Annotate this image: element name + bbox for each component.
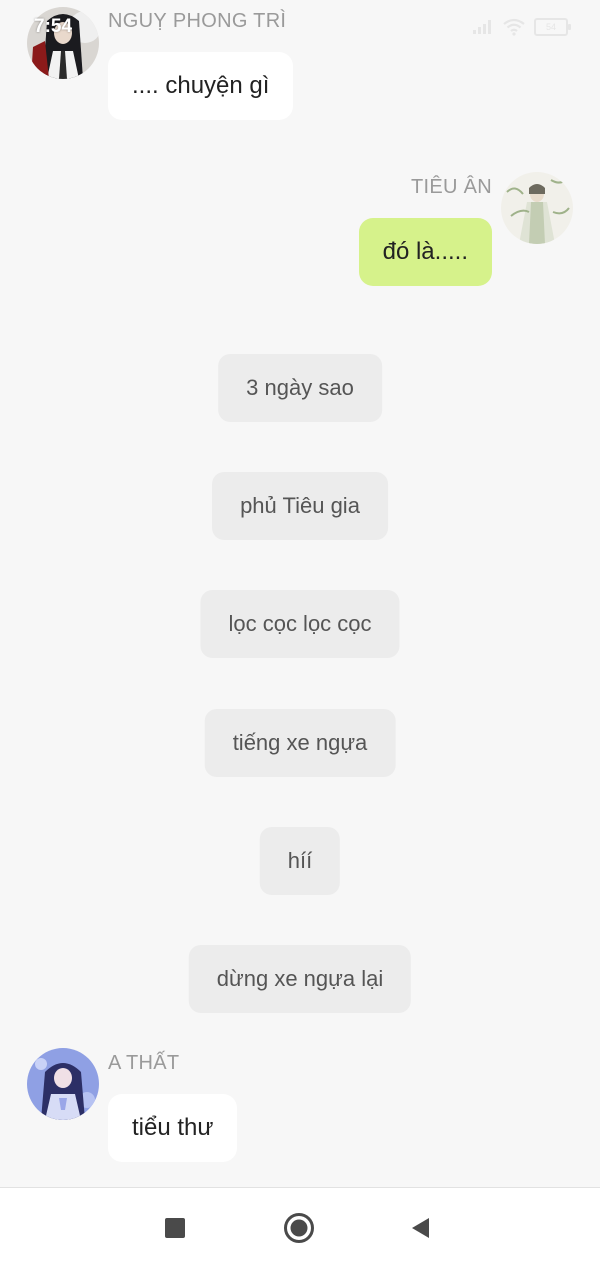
narration-bubble[interactable]: híí bbox=[259, 827, 341, 895]
narration-bubble[interactable]: phủ Tiêu gia bbox=[212, 472, 388, 540]
message-bubble[interactable]: tiểu thư bbox=[108, 1094, 238, 1162]
navigation-bar bbox=[0, 1187, 600, 1267]
message-bubble-self[interactable]: đó là..... bbox=[358, 218, 492, 286]
narration-bubble[interactable]: 3 ngày sao bbox=[218, 354, 382, 422]
circle-icon[interactable] bbox=[283, 1212, 315, 1244]
avatar-a-that[interactable] bbox=[27, 1048, 99, 1120]
battery-icon: 54 bbox=[534, 18, 571, 36]
triangle-back-icon[interactable] bbox=[405, 1212, 437, 1244]
square-icon[interactable] bbox=[159, 1212, 191, 1244]
chat-screen: 7:54 54 NGUỴ PHONG TRÌ .... chuyện gì TI… bbox=[0, 0, 600, 1267]
message-bubble[interactable]: .... chuyện gì bbox=[108, 52, 294, 120]
status-icons: 54 bbox=[472, 18, 571, 36]
narration-bubble[interactable]: lọc cọc lọc cọc bbox=[200, 590, 400, 658]
avatar-tieu-an[interactable] bbox=[501, 172, 573, 244]
sender-name: NGUỴ PHONG TRÌ bbox=[108, 10, 287, 32]
narration-bubble[interactable]: tiếng xe ngựa bbox=[204, 709, 396, 777]
sender-name: TIÊU ÂN bbox=[411, 176, 492, 198]
signal-icon bbox=[473, 20, 491, 34]
status-time: 7:54 bbox=[34, 16, 73, 37]
wifi-icon bbox=[503, 18, 525, 36]
narration-bubble[interactable]: dừng xe ngựa lại bbox=[188, 945, 412, 1013]
sender-name: A THẤT bbox=[108, 1052, 180, 1074]
